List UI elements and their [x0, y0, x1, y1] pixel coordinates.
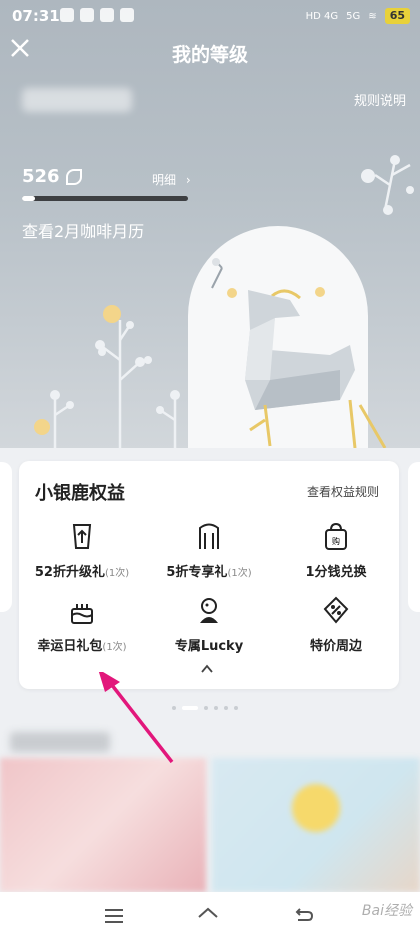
- wifi-icon: ≋: [368, 10, 377, 22]
- system-nav-bar: [0, 892, 420, 940]
- watermark-logo: Bai经验: [361, 903, 412, 919]
- detail-link[interactable]: 明细 ›: [152, 171, 191, 188]
- carousel-dot[interactable]: [204, 706, 208, 710]
- promo-decoration: [292, 784, 340, 832]
- detail-link-label: 明细: [152, 173, 177, 187]
- svg-text:购: 购: [332, 536, 340, 546]
- benefit-count: (1次): [104, 568, 130, 579]
- benefit-item-lucky[interactable]: 专属Lucky: [146, 595, 272, 654]
- points-number: 526: [22, 166, 60, 187]
- prev-card-peek[interactable]: [0, 462, 12, 612]
- user-name-blurred: [22, 88, 132, 112]
- mascot-icon: [200, 598, 218, 623]
- benefit-label-text: 5折专享礼: [166, 565, 228, 580]
- status-bar: 07:31 HD 4G 5G ≋ 65: [0, 0, 420, 34]
- benefit-label: 5折专享礼(1次): [146, 561, 272, 580]
- annotation-arrow: [98, 672, 174, 764]
- benefit-count: (1次): [227, 568, 252, 579]
- level-progress-bar: [22, 196, 188, 201]
- level-progress-fill: [22, 196, 36, 201]
- benefit-label-text: 特价周边: [309, 639, 362, 654]
- benefit-item-penny-redeem[interactable]: 购 1分钱兑换: [273, 521, 399, 580]
- carousel-dot[interactable]: [214, 706, 218, 710]
- door-gift-icon: [199, 523, 219, 549]
- benefit-item-lucky-day[interactable]: 幸运日礼包(1次): [19, 595, 145, 654]
- benefit-label-text: 幸运日礼包: [37, 639, 103, 654]
- benefits-card: 小银鹿权益 查看权益规则 52折升级礼(1次) 5折专享礼(1次) 购 1分钱兑…: [19, 461, 399, 689]
- benefit-label: 1分钱兑换: [273, 561, 399, 580]
- back-icon[interactable]: [292, 904, 316, 928]
- benefits-title: 小银鹿权益: [35, 483, 125, 504]
- benefit-label: 专属Lucky: [146, 635, 272, 654]
- benefit-label: 特价周边: [273, 635, 399, 654]
- benefit-rules-link[interactable]: 查看权益规则: [307, 483, 379, 500]
- home-icon[interactable]: [196, 904, 220, 928]
- next-card-peek[interactable]: [408, 462, 420, 612]
- chevron-right-icon: ›: [185, 173, 191, 187]
- section-title-blurred: [10, 732, 110, 752]
- notification-app-icon: [60, 8, 74, 22]
- shopping-bag-icon: 购: [325, 522, 347, 550]
- benefit-label-text: 52折升级礼: [34, 565, 105, 580]
- promo-banner-right[interactable]: [212, 758, 420, 892]
- benefit-count: (1次): [102, 642, 127, 653]
- promo-banner-left[interactable]: [0, 758, 206, 892]
- network-indicator: HD 4G: [305, 10, 339, 22]
- rules-link[interactable]: 规则说明: [354, 90, 406, 109]
- carousel-dot[interactable]: [234, 706, 238, 710]
- coffee-bean-icon: [65, 169, 82, 185]
- notification-app-icon: [80, 8, 94, 22]
- points-value: 526: [22, 166, 82, 187]
- birthday-cake-icon: [71, 604, 93, 624]
- battery-indicator: 65: [384, 8, 410, 24]
- benefit-label: 52折升级礼(1次): [19, 561, 145, 580]
- cup-upgrade-icon: [72, 524, 92, 549]
- status-indicators: HD 4G 5G ≋ 65: [306, 8, 410, 24]
- benefit-label-text: 1分钱兑换: [305, 565, 367, 580]
- benefit-label-text: 专属Lucky: [174, 639, 244, 654]
- notification-app-icon: [100, 8, 114, 22]
- notification-app-icon: [120, 8, 134, 22]
- menu-icon[interactable]: [102, 904, 126, 928]
- benefit-item-upgrade[interactable]: 52折升级礼(1次): [19, 521, 145, 580]
- carousel-dot[interactable]: [224, 706, 228, 710]
- coffee-calendar-link[interactable]: 查看2月咖啡月历: [22, 218, 144, 242]
- network-indicator-5g: 5G: [346, 10, 361, 22]
- page-title: 我的等级: [171, 44, 248, 66]
- chevron-up-icon[interactable]: [201, 663, 213, 675]
- status-time: 07:31: [12, 7, 60, 25]
- benefit-item-half-price[interactable]: 5折专享礼(1次): [146, 521, 272, 580]
- notification-icons: [60, 8, 134, 22]
- benefit-item-merch[interactable]: 特价周边: [273, 595, 399, 654]
- benefit-label: 幸运日礼包(1次): [19, 635, 145, 654]
- coupon-ticket-icon: [323, 596, 349, 624]
